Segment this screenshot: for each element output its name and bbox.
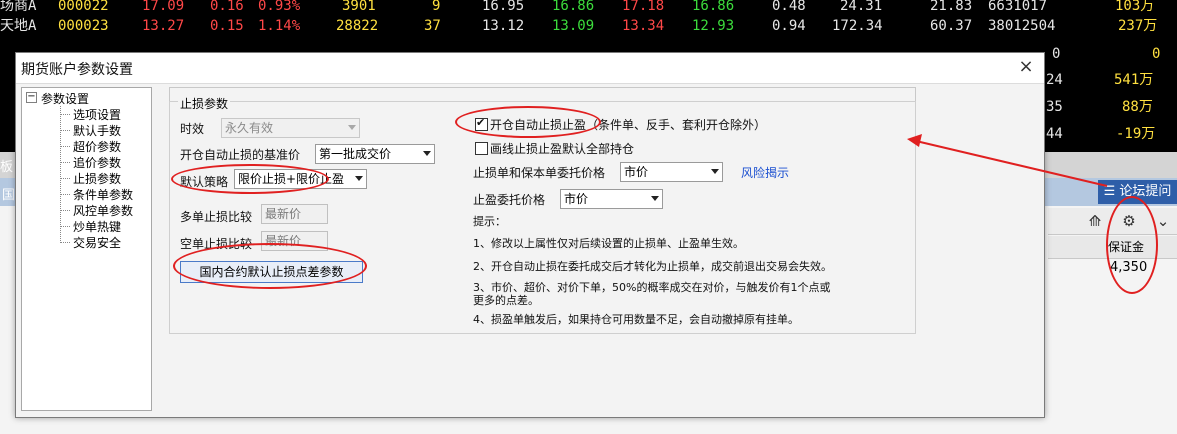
annotation-ellipse-domestic-button	[173, 243, 367, 289]
order-price-select[interactable]: 市价	[620, 162, 723, 182]
risk-disclosure-link[interactable]: 风险揭示	[741, 164, 789, 181]
chevron-down-icon	[348, 125, 356, 130]
tree-root-label: 参数设置	[41, 92, 90, 106]
chevron-down-icon	[651, 196, 659, 201]
quote-cell: 13.27	[142, 18, 185, 34]
tree-item-label: 选项设置	[73, 108, 122, 122]
settings-tree: − 参数设置 选项设置 默认手数 超价参数 追价参数 止损参数 条件单参数 风控…	[21, 87, 152, 411]
tree-guide-line	[60, 106, 61, 243]
quote-cell: 0.15	[210, 18, 244, 34]
multi-compare-label: 多单止损比较	[180, 210, 253, 224]
quote-cell: 0	[1052, 46, 1061, 62]
quote-cell: 13.34	[622, 18, 665, 34]
group-title: 止损参数	[178, 95, 231, 112]
tip-line: 1、修改以上属性仅对后续设置的止损单、止盈单生效。	[473, 237, 744, 250]
chevron-down-icon	[423, 151, 431, 156]
quote-cell: 28822	[336, 18, 379, 34]
order-price-label: 止损单和保本单委托价格	[473, 166, 606, 180]
quote-cell: 172.34	[832, 18, 883, 34]
line-stop-checkbox[interactable]	[475, 142, 488, 155]
tree-item-label: 条件单参数	[73, 188, 134, 202]
tree-item-label: 超价参数	[73, 140, 122, 154]
quote-cell: 237万	[1118, 18, 1158, 34]
left-frag-text: 国	[2, 188, 16, 203]
tip-line: 更多的点差。	[473, 294, 539, 307]
annotation-ellipse-gear	[1106, 196, 1158, 294]
quote-cell: 12.93	[692, 18, 735, 34]
multi-compare-value: 最新价	[265, 207, 302, 221]
quote-cell: 24	[1046, 72, 1063, 88]
base-price-select[interactable]: 第一批成交价	[315, 144, 435, 164]
tree-item-label: 交易安全	[73, 236, 122, 250]
chevron-down-icon	[711, 169, 719, 174]
tip-line: 4、损盈单触发后，如果持仓可用数量不足，会自动撤掉原有挂单。	[473, 313, 799, 326]
validity-select[interactable]: 永久有效	[221, 118, 360, 138]
stock-code: 000023	[58, 18, 109, 34]
quote-cell: 37	[424, 18, 441, 34]
close-icon[interactable]: ×	[1016, 57, 1036, 77]
left-frag-text: 板	[0, 160, 14, 175]
tree-item-label: 风控单参数	[73, 204, 134, 218]
quote-cell: 38012504	[988, 18, 1056, 34]
tree-item-label: 追价参数	[73, 156, 122, 170]
order-price-value: 市价	[624, 165, 649, 179]
collapse-icon[interactable]: −	[26, 92, 37, 103]
chevron-down-icon	[355, 176, 363, 181]
chat-icon: ☰	[1103, 184, 1116, 199]
quote-cell: 35	[1046, 99, 1063, 115]
profit-price-label: 止盈委托价格	[473, 193, 546, 207]
multi-compare-field[interactable]: 最新价	[261, 204, 328, 224]
quote-row[interactable]: 天地A 000023 13.27 0.15 1.14% 28822 37 13.…	[0, 14, 1177, 38]
quote-cell: 13.12	[482, 18, 525, 34]
quote-cell: 0	[1152, 46, 1161, 62]
tree-item-label: 默认手数	[73, 124, 122, 138]
profit-price-select[interactable]: 市价	[560, 189, 663, 209]
validity-value: 永久有效	[225, 121, 274, 135]
annotation-ellipse-auto-stop	[455, 106, 601, 138]
quote-cell: 1.14%	[258, 18, 301, 34]
dialog-titlebar[interactable]: 期货账户参数设置 ×	[16, 53, 1044, 84]
stock-name: 天地A	[0, 18, 37, 34]
quote-cell: 88万	[1122, 99, 1153, 115]
quote-cell: 541万	[1114, 72, 1154, 88]
quote-cell: 44	[1046, 126, 1063, 142]
quote-cell: 13.09	[552, 18, 595, 34]
tips-title: 提示：	[473, 215, 506, 228]
quote-cell: -19万	[1116, 126, 1156, 142]
dialog-title: 期货账户参数设置	[21, 62, 133, 78]
tree-item-label: 止损参数	[73, 172, 122, 186]
profit-price-value: 市价	[564, 192, 589, 206]
quote-cell: 60.37	[930, 18, 973, 34]
line-stop-label: 画线止损止盈默认全部持仓	[490, 142, 635, 156]
validity-label: 时效	[180, 122, 205, 136]
base-price-label: 开仓自动止损的基准价	[180, 148, 301, 162]
base-price-value: 第一批成交价	[319, 147, 392, 161]
tip-line: 2、开仓自动止损在委托成交后才转化为止损单，成交前退出交易会失效。	[473, 260, 832, 273]
quote-cell: 0.94	[772, 18, 806, 34]
pin-icon[interactable]: ⟰	[1084, 210, 1106, 232]
annotation-ellipse-strategy	[171, 164, 329, 194]
tree-item-label: 炒单热键	[73, 220, 122, 234]
